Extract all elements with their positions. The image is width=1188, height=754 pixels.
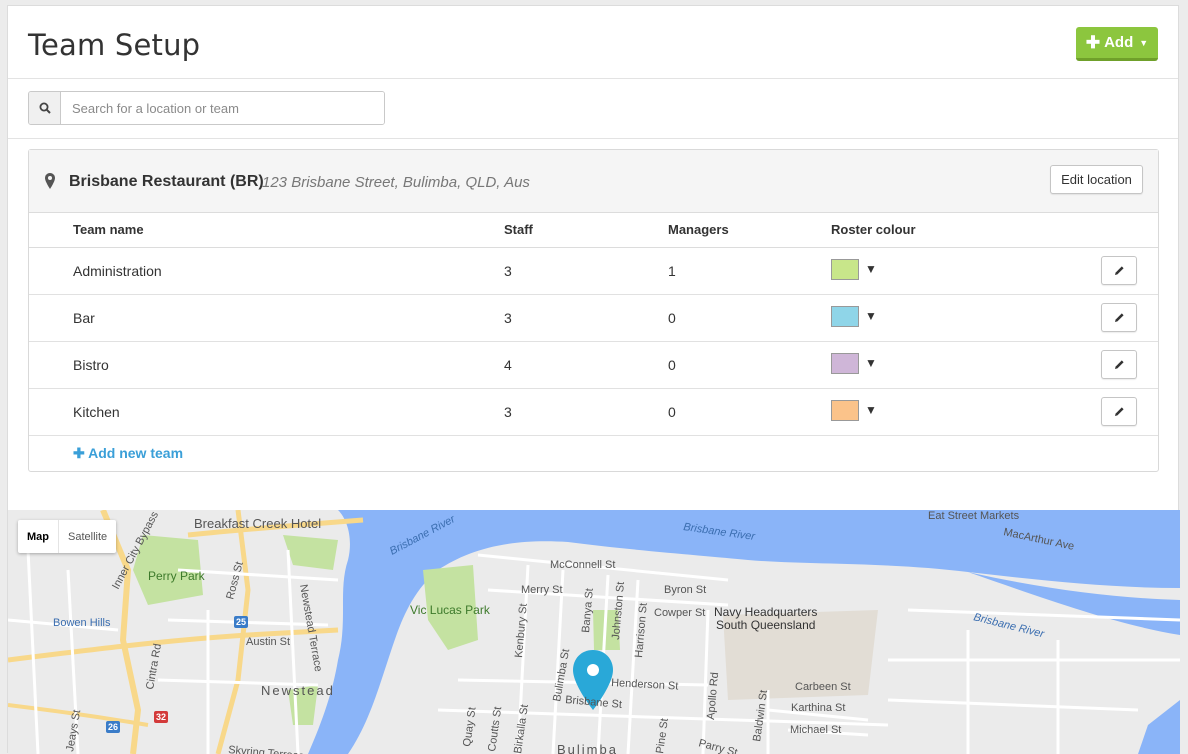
edit-team-button[interactable] [1101, 350, 1137, 379]
satellite-view-button[interactable]: Satellite [59, 520, 116, 553]
team-staff-count: 3 [504, 294, 668, 342]
team-name: Administration [29, 247, 504, 295]
map-label: Vic Lucas Park [410, 603, 491, 617]
actions-cell [1101, 247, 1158, 295]
table-row: Administration 3 1 ▼ [29, 247, 1158, 295]
team-manager-count: 1 [668, 247, 831, 295]
map-label: Breakfast Creek Hotel [194, 516, 321, 531]
search-icon [29, 92, 61, 124]
plus-icon: ✚ [1085, 32, 1101, 52]
map-label: Michael St [790, 724, 841, 736]
pencil-icon [1114, 313, 1124, 322]
map-type-control: Map Satellite [18, 520, 117, 553]
team-name: Bistro [29, 341, 504, 389]
team-manager-count: 0 [668, 388, 831, 436]
table-header-row: Team name Staff Managers Roster colour [29, 213, 1158, 248]
map-label: Carbeen St [795, 681, 851, 693]
edit-team-button[interactable] [1101, 303, 1137, 332]
caret-down-icon: ▼ [865, 356, 877, 370]
pencil-icon [1114, 407, 1124, 416]
page-title: Team Setup [28, 28, 201, 62]
location-name: Brisbane Restaurant (BR) [69, 173, 264, 190]
map-label: McConnell St [550, 559, 615, 571]
map-pin-icon [45, 173, 55, 189]
location-header: Brisbane Restaurant (BR) 123 Brisbane St… [29, 150, 1158, 213]
colour-swatch [831, 399, 859, 421]
team-staff-count: 3 [504, 388, 668, 436]
location-address: 123 Brisbane Street, Bulimba, QLD, Aus [262, 174, 530, 191]
map-label: Perry Park [148, 569, 206, 583]
col-team-name: Team name [29, 213, 504, 248]
search-bar [8, 79, 1178, 139]
col-managers: Managers [668, 213, 831, 248]
roster-colour-cell: ▼ [831, 388, 1101, 436]
map-view-button[interactable]: Map [18, 520, 59, 553]
add-new-team-link[interactable]: ✚ Add new team [73, 445, 183, 462]
location-map[interactable]: Breakfast Creek Hotel Brisbane River Bri… [8, 510, 1180, 754]
map-canvas[interactable]: Breakfast Creek Hotel Brisbane River Bri… [8, 510, 1180, 754]
teams-table: Team name Staff Managers Roster colour A… [29, 213, 1158, 436]
map-label: Navy Headquarters [714, 605, 817, 619]
colour-swatch [831, 352, 859, 374]
route-shield: 26 [108, 722, 118, 732]
table-row: Kitchen 3 0 ▼ [29, 388, 1158, 436]
edit-team-button[interactable] [1101, 256, 1137, 285]
add-new-team-label: Add new team [88, 445, 184, 461]
team-staff-count: 4 [504, 341, 668, 389]
team-name: Bar [29, 294, 504, 342]
roster-colour-cell: ▼ [831, 247, 1101, 295]
location-panel: Brisbane Restaurant (BR) 123 Brisbane St… [28, 149, 1159, 472]
actions-cell [1101, 388, 1158, 436]
roster-colour-picker[interactable]: ▼ [831, 258, 877, 280]
add-button[interactable]: ✚ Add ▼ [1076, 27, 1158, 61]
roster-colour-picker[interactable]: ▼ [831, 305, 877, 327]
caret-down-icon: ▼ [865, 309, 877, 323]
route-shield: 25 [236, 617, 246, 627]
caret-down-icon: ▼ [865, 262, 877, 276]
roster-colour-picker[interactable]: ▼ [831, 399, 877, 421]
map-label: Austin St [246, 636, 290, 648]
edit-location-button[interactable]: Edit location [1050, 165, 1143, 194]
map-label: Eat Street Markets [928, 510, 1020, 522]
team-manager-count: 0 [668, 341, 831, 389]
pencil-icon [1114, 360, 1124, 369]
team-name: Kitchen [29, 388, 504, 436]
colour-swatch [831, 305, 859, 327]
roster-colour-cell: ▼ [831, 294, 1101, 342]
caret-down-icon: ▼ [1139, 37, 1149, 48]
table-row: Bar 3 0 ▼ [29, 294, 1158, 342]
search-group [28, 91, 385, 125]
add-button-label: Add [1104, 34, 1134, 51]
colour-swatch [831, 258, 859, 280]
route-shield: 32 [156, 712, 166, 722]
team-manager-count: 0 [668, 294, 831, 342]
caret-down-icon: ▼ [865, 403, 877, 417]
map-label: South Queensland [716, 618, 815, 632]
col-staff: Staff [504, 213, 668, 248]
roster-colour-picker[interactable]: ▼ [831, 352, 877, 374]
map-label: Karthina St [791, 702, 845, 714]
actions-cell [1101, 294, 1158, 342]
edit-team-button[interactable] [1101, 397, 1137, 426]
search-input[interactable] [61, 92, 384, 124]
col-roster-colour: Roster colour [831, 213, 1101, 248]
map-label: Byron St [664, 584, 706, 596]
team-staff-count: 3 [504, 247, 668, 295]
map-label: Bulimba [557, 742, 618, 754]
table-row: Bistro 4 0 ▼ [29, 341, 1158, 389]
roster-colour-cell: ▼ [831, 341, 1101, 389]
map-label: Cowper St [654, 607, 705, 619]
map-label: Bowen Hills [53, 617, 111, 629]
page-header: Team Setup ✚ Add ▼ [8, 6, 1178, 79]
page: Team Setup ✚ Add ▼ Brisbane Restaurant (… [7, 5, 1180, 754]
map-label: Newstead [261, 683, 335, 698]
map-label: Merry St [521, 584, 563, 596]
col-actions [1101, 213, 1158, 248]
pencil-icon [1114, 266, 1124, 275]
actions-cell [1101, 341, 1158, 389]
